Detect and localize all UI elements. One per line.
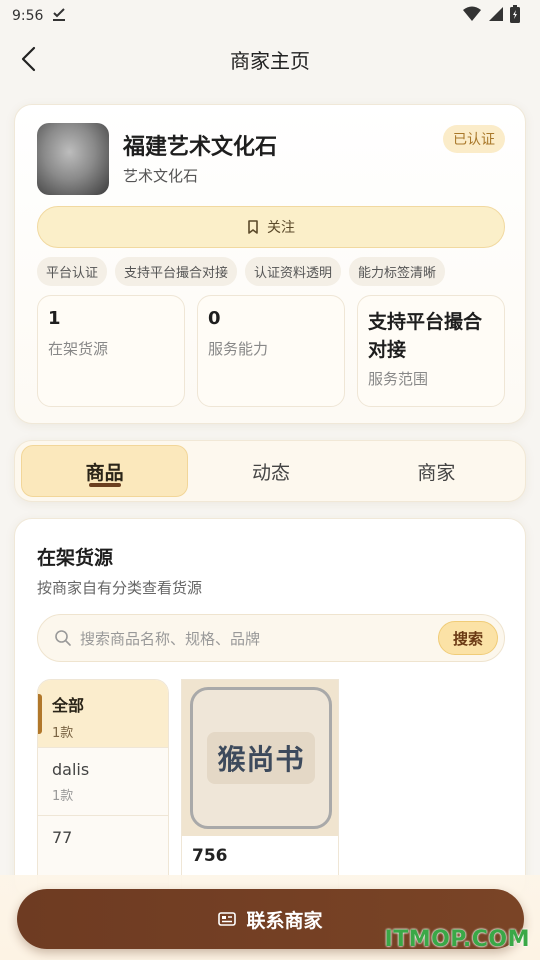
category-count: 1款: [52, 789, 74, 804]
back-button[interactable]: [14, 44, 44, 74]
contact-label: 联系商家: [246, 909, 323, 932]
bottom-action-bar: 联系商家 ITMOP.COM: [0, 875, 540, 960]
search-input[interactable]: 搜索商品名称、规格、品牌 搜索: [37, 614, 505, 662]
category-item-dalis[interactable]: dalis 1款: [38, 748, 168, 816]
watermark: ITMOP.COM: [384, 927, 530, 952]
battery-icon: [510, 5, 520, 27]
product-logo: 猴尚书: [190, 687, 332, 829]
shop-profile-card: 福建艺术文化石 艺术文化石 已认证 关注 平台认证 支持平台撮合对接 认证资料透…: [14, 104, 526, 424]
stat-label: 服务能力: [208, 340, 269, 358]
tab-bar: 商品 动态 商家: [14, 440, 526, 502]
bookmark-icon: [248, 220, 258, 234]
search-button[interactable]: 搜索: [437, 621, 498, 655]
tag-item: 能力标签清晰: [349, 257, 446, 286]
stat-service-capability: 0 服务能力: [197, 295, 345, 407]
follow-button[interactable]: 关注: [37, 206, 505, 248]
category-count: 1款: [52, 726, 74, 741]
tag-item: 支持平台撮合对接: [115, 257, 238, 286]
shop-avatar: [37, 123, 109, 195]
tab-goods[interactable]: 商品: [21, 445, 189, 497]
product-logo-text: 猴尚书: [207, 732, 315, 784]
tag-item: 平台认证: [37, 257, 108, 286]
search-placeholder: 搜索商品名称、规格、品牌: [80, 629, 261, 648]
shop-name: 福建艺术文化石: [123, 135, 278, 160]
shop-stats: 1 在架货源 0 服务能力 支持平台撮合对接 服务范围: [37, 295, 505, 407]
stat-service-scope: 支持平台撮合对接 服务范围: [357, 295, 505, 407]
category-name: 全部: [52, 696, 85, 715]
category-name: 77: [52, 828, 73, 847]
stat-label: 服务范围: [368, 370, 429, 388]
stat-value: 支持平台撮合对接: [368, 311, 483, 361]
tab-merchant[interactable]: 商家: [354, 445, 519, 497]
follow-label: 关注: [267, 220, 295, 236]
verified-badge: 已认证: [443, 125, 505, 153]
category-item-77[interactable]: 77: [38, 816, 168, 884]
shop-category: 艺术文化石: [123, 167, 199, 185]
tab-dynamics[interactable]: 动态: [188, 445, 353, 497]
status-time: 9:56: [12, 8, 44, 24]
stat-listed-goods: 1 在架货源: [37, 295, 185, 407]
status-bar: 9:56: [0, 0, 540, 32]
wifi-icon: [462, 6, 482, 26]
contact-card-icon: [218, 912, 237, 926]
section-title: 在架货源: [37, 547, 114, 569]
shop-tags: 平台认证 支持平台撮合对接 认证资料透明 能力标签清晰: [37, 257, 446, 286]
signal-icon: [488, 6, 504, 26]
stat-label: 在架货源: [48, 340, 109, 358]
stat-value: 0: [208, 308, 221, 329]
product-name: 756: [192, 846, 228, 866]
category-item-all[interactable]: 全部 1款: [38, 680, 168, 748]
category-list: 全部 1款 dalis 1款 77: [37, 679, 169, 899]
category-name: dalis: [52, 760, 90, 779]
page-title: 商家主页: [230, 48, 310, 73]
stat-value: 1: [48, 308, 61, 329]
download-done-icon: [51, 6, 67, 26]
top-navbar: 商家主页: [0, 34, 540, 84]
goods-section: 在架货源 按商家自有分类查看货源 搜索商品名称、规格、品牌 搜索 全部 1款 d…: [14, 518, 526, 899]
search-icon: [55, 630, 71, 646]
product-image: 猴尚书: [182, 680, 338, 836]
product-card[interactable]: 猴尚书 756: [181, 679, 339, 899]
tag-item: 认证资料透明: [245, 257, 342, 286]
section-subtitle: 按商家自有分类查看货源: [37, 579, 203, 597]
chevron-left-icon: [21, 46, 36, 72]
